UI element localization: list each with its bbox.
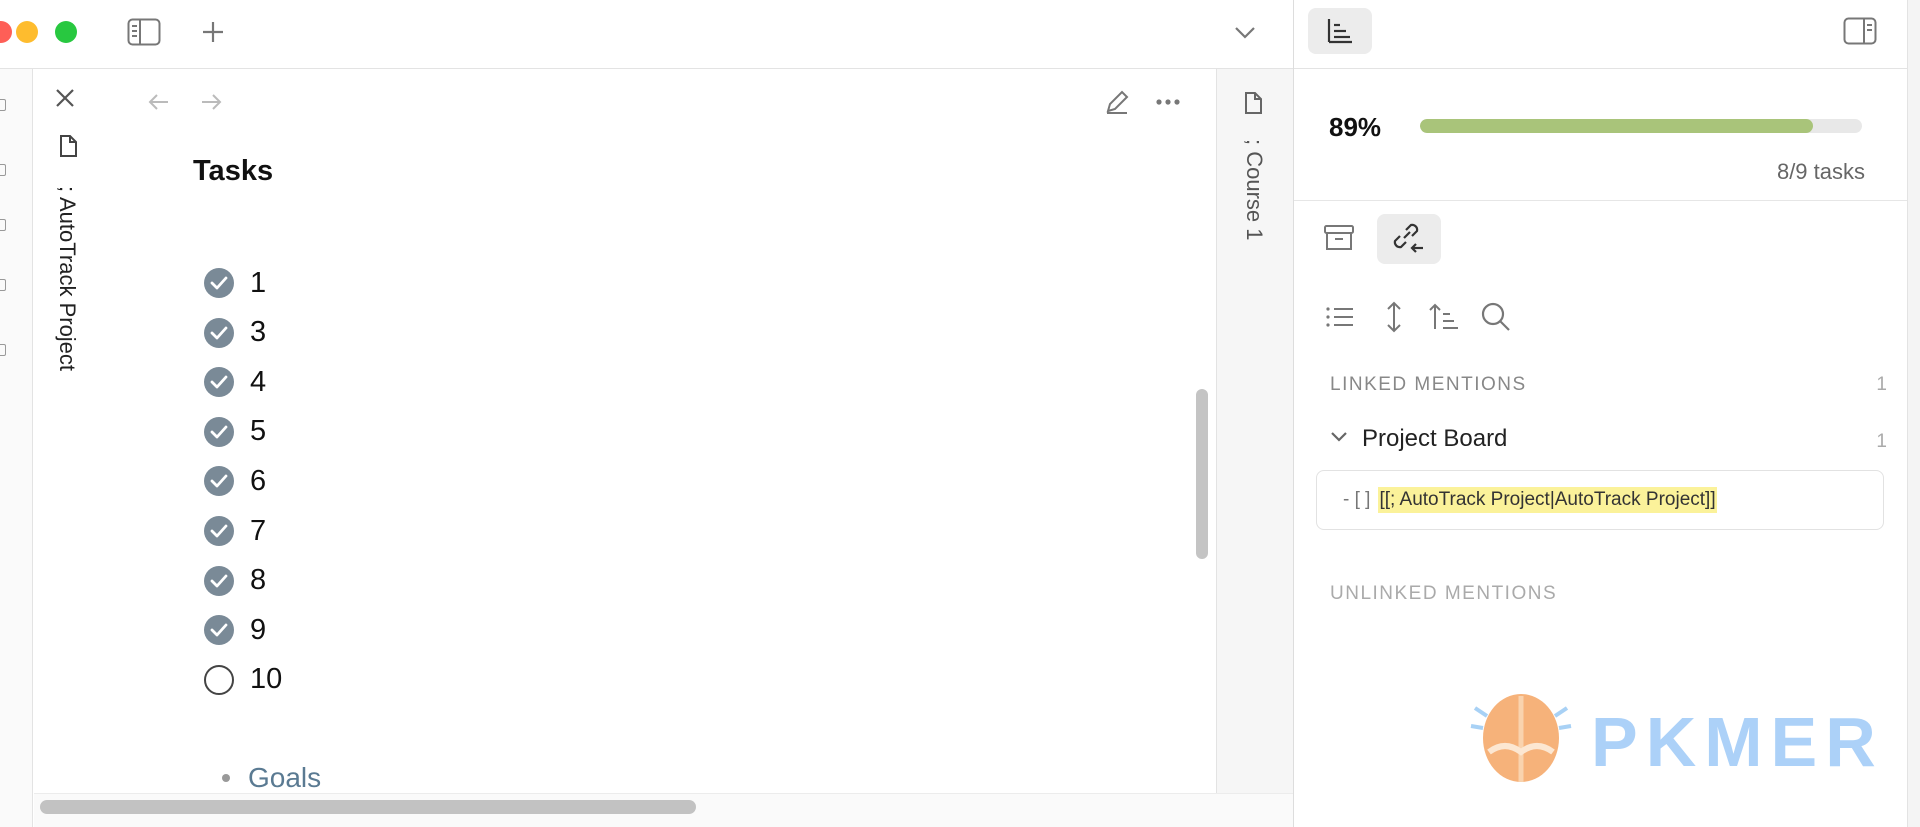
- progress-percent: 89%: [1329, 112, 1382, 142]
- sidebar-divider: [1294, 200, 1908, 201]
- task-label: 5: [250, 415, 267, 448]
- ribbon-icon[interactable]: [0, 219, 6, 231]
- chevron-down-icon[interactable]: [1330, 430, 1348, 448]
- unchecked-circle-icon[interactable]: [204, 664, 234, 695]
- left-ribbon: [0, 69, 33, 827]
- section-heading: Tasks: [193, 155, 274, 187]
- window-close-button[interactable]: [0, 21, 12, 43]
- plus-icon[interactable]: [195, 14, 231, 50]
- arrow-left-icon[interactable]: [142, 85, 176, 119]
- task-item[interactable]: 4: [204, 364, 266, 400]
- horizontal-scrollbar[interactable]: [40, 800, 696, 814]
- more-icon[interactable]: [1151, 85, 1185, 119]
- backlink-group[interactable]: Project Board: [1330, 425, 1507, 453]
- right-sidebar-toggle-icon[interactable]: [1828, 8, 1892, 54]
- list-icon[interactable]: [1320, 297, 1360, 337]
- ribbon-icon[interactable]: [0, 99, 6, 111]
- sidebar-toggle-icon[interactable]: [126, 14, 162, 50]
- task-label: 7: [250, 514, 267, 547]
- checked-circle-icon[interactable]: [204, 268, 234, 298]
- checked-circle-icon[interactable]: [204, 367, 234, 398]
- checked-circle-icon[interactable]: [204, 416, 234, 447]
- right-tab-title[interactable]: ; Course 1: [1241, 139, 1267, 241]
- linked-mentions-title: LINKED MENTIONS: [1330, 374, 1527, 395]
- checked-circle-icon[interactable]: [204, 615, 234, 646]
- window-minimize-button[interactable]: [16, 21, 38, 43]
- right-stacked-tab[interactable]: ; Course 1: [1216, 69, 1293, 793]
- ribbon-icon[interactable]: [0, 344, 6, 356]
- ribbon-icon[interactable]: [0, 279, 6, 291]
- bullet-dot: [222, 774, 230, 782]
- task-item[interactable]: 8: [204, 563, 266, 599]
- task-label: 3: [250, 316, 267, 349]
- checked-circle-icon[interactable]: [204, 466, 234, 497]
- close-icon[interactable]: [54, 87, 76, 114]
- unlinked-mentions-title[interactable]: UNLINKED MENTIONS: [1330, 583, 1557, 605]
- editor-pane: Tasks 1 3 4 5 6 7 8 9 10 Goals: [104, 69, 1216, 794]
- backlink-group-count: 1: [1876, 431, 1887, 452]
- progress-bar: [1420, 119, 1862, 133]
- ribbon-icon[interactable]: [0, 164, 6, 176]
- left-stacked-tab[interactable]: ; AutoTrack Project: [34, 69, 104, 827]
- task-label: 1: [250, 266, 267, 299]
- task-label: 8: [250, 564, 267, 597]
- search-icon[interactable]: [1476, 297, 1516, 337]
- task-item[interactable]: 1: [204, 265, 266, 301]
- bullet-link[interactable]: Goals: [248, 762, 321, 794]
- task-label: 6: [250, 464, 267, 497]
- task-item[interactable]: 9: [204, 612, 266, 648]
- task-label: 9: [250, 613, 267, 646]
- task-item[interactable]: 10: [204, 662, 282, 698]
- progress-count: 8/9 tasks: [1776, 159, 1865, 184]
- task-item[interactable]: 6: [204, 463, 266, 499]
- window-maximize-button[interactable]: [55, 21, 77, 43]
- mention-card[interactable]: - [ ] [[; AutoTrack Project|AutoTrack Pr…: [1316, 470, 1884, 530]
- checked-circle-icon[interactable]: [204, 516, 234, 546]
- task-label: 4: [250, 365, 267, 398]
- mention-link[interactable]: [[; AutoTrack Project|AutoTrack Project]…: [1378, 487, 1717, 513]
- checked-circle-icon[interactable]: [204, 317, 234, 348]
- checked-circle-icon[interactable]: [204, 565, 234, 596]
- mention-prefix: - [ ]: [1343, 489, 1371, 510]
- archive-icon[interactable]: [1319, 218, 1359, 258]
- watermark-text: PKMER: [1591, 703, 1884, 781]
- watermark-logo: PKMER: [1467, 680, 1897, 790]
- left-tab-title[interactable]: ; AutoTrack Project: [54, 186, 80, 371]
- progress-view-icon[interactable]: [1308, 8, 1372, 54]
- title-bar: [0, 0, 1293, 69]
- expand-icon[interactable]: [1374, 297, 1414, 337]
- chevron-down-icon[interactable]: [1227, 14, 1263, 50]
- edit-icon[interactable]: [1100, 85, 1134, 119]
- file-icon: [58, 134, 78, 163]
- bullet-item[interactable]: Goals: [222, 762, 321, 794]
- sidebar-header: [1294, 0, 1908, 69]
- task-item[interactable]: 3: [204, 315, 266, 351]
- backlink-icon[interactable]: [1377, 214, 1441, 264]
- task-label: 10: [250, 663, 283, 696]
- task-item[interactable]: 5: [204, 414, 266, 450]
- app-window: ; AutoTrack Project Tasks 1 3 4 5 6 7 8 9 10 Goa…: [0, 0, 1920, 827]
- progress-bar-fill: [1420, 119, 1814, 133]
- vertical-scrollbar[interactable]: [1196, 389, 1208, 559]
- sort-icon[interactable]: [1424, 297, 1464, 337]
- sidebar-edge: [1907, 0, 1920, 827]
- linked-mentions-count: 1: [1876, 374, 1887, 395]
- arrow-right-icon[interactable]: [194, 85, 228, 119]
- file-icon: [1243, 91, 1263, 120]
- right-sidebar: 89% 8/9 tasks LINKED MENTIONS 1 Project …: [1293, 0, 1908, 827]
- task-item[interactable]: 7: [204, 513, 266, 549]
- backlink-group-label[interactable]: Project Board: [1362, 425, 1507, 453]
